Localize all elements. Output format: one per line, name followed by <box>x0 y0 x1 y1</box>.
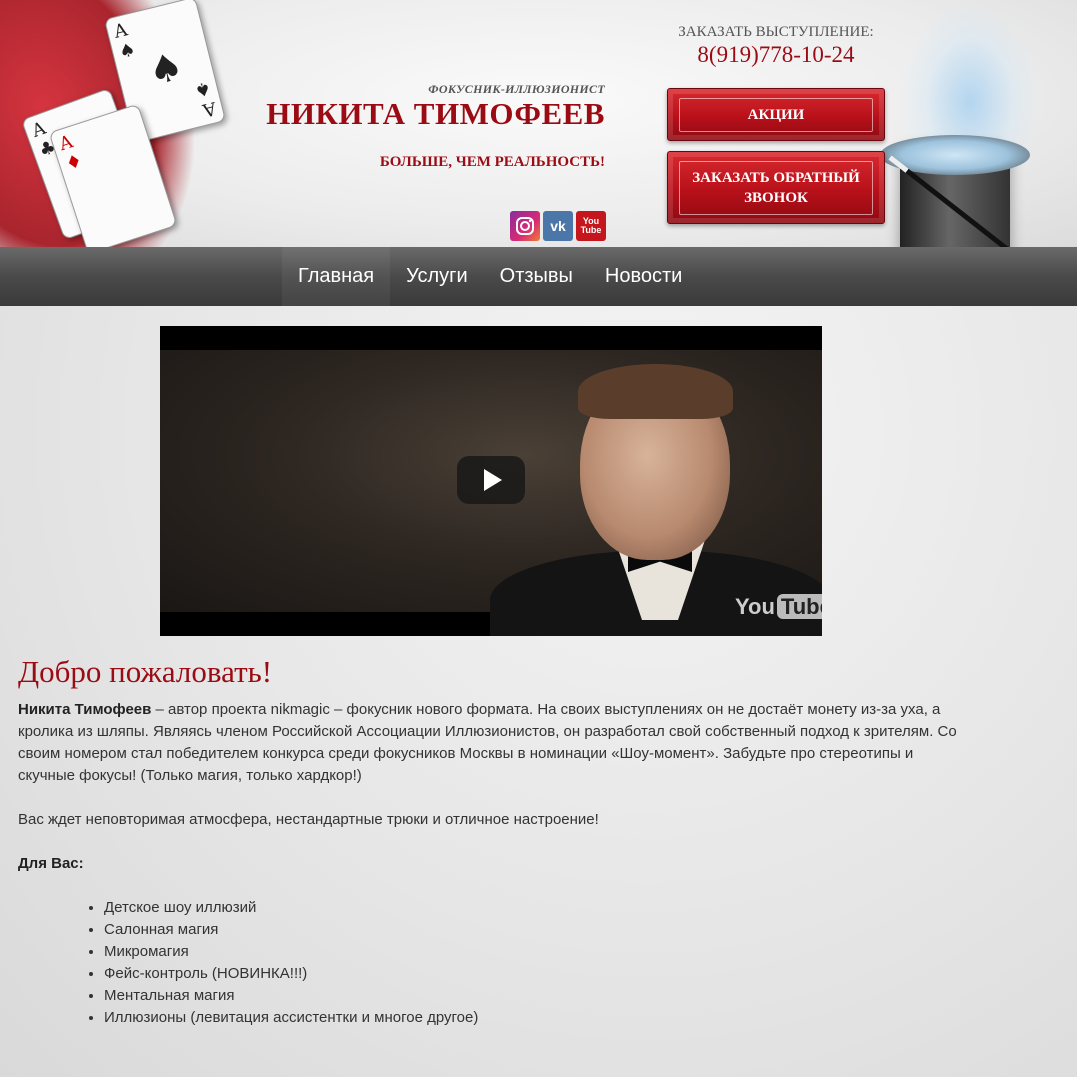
youtube-logo-you: You <box>735 594 775 619</box>
atmosphere-paragraph: Вас ждет неповторимая атмосфера, нестанд… <box>18 811 599 828</box>
nav-item-news[interactable]: Новости <box>589 247 698 306</box>
vk-icon[interactable]: vk <box>543 211 573 241</box>
for-you-label: Для Вас: <box>18 853 968 875</box>
services-list: Детское шоу иллюзий Салонная магия Микро… <box>18 897 968 1029</box>
youtube-logo-tube: Tube <box>776 594 822 619</box>
list-item: Ментальная магия <box>104 985 968 1007</box>
nav-item-home[interactable]: Главная <box>282 247 391 306</box>
embedded-video-player[interactable]: YouTube <box>160 326 822 636</box>
list-item: Салонная магия <box>104 919 968 941</box>
order-performance-label: ЗАКАЗАТЬ ВЫСТУПЛЕНИЕ: <box>678 24 874 40</box>
main-content: Никита Тимофеев – автор проекта nikmagic… <box>18 699 968 1029</box>
site-slogan: БОЛЬШЕ, ЧЕМ РЕАЛЬНОСТЬ! <box>379 154 605 170</box>
list-item: Микромагия <box>104 941 968 963</box>
list-item: Детское шоу иллюзий <box>104 897 968 919</box>
play-icon[interactable] <box>457 456 525 504</box>
site-header: A♠♠A♠ A♣A♣ A♦ ФОКУСНИК-ИЛЛЮЗИОНИСТ НИКИТ… <box>0 0 1077 247</box>
intro-name: Никита Тимофеев <box>18 701 152 718</box>
site-title[interactable]: НИКИТА ТИМОФЕЕВ <box>240 96 605 132</box>
promotions-button-label: АКЦИИ <box>679 97 873 132</box>
social-links: vk You Tube <box>510 211 606 241</box>
request-callback-button-label: ЗАКАЗАТЬ ОБРАТНЫЙ ЗВОНОК <box>679 160 873 215</box>
nav-item-services[interactable]: Услуги <box>390 247 484 306</box>
list-item: Фейс-контроль (НОВИНКА!!!) <box>104 963 968 985</box>
youtube-icon[interactable]: You Tube <box>576 211 606 241</box>
main-navigation: Главная Услуги Отзывы Новости <box>0 247 1077 306</box>
phone-number[interactable]: 8(919)778-10-24 <box>667 42 885 68</box>
welcome-heading: Добро пожаловать! <box>18 654 273 689</box>
list-item: Иллюзионы (левитация ассистентки и много… <box>104 1007 968 1029</box>
youtube-icon-text-bottom: Tube <box>580 225 602 235</box>
youtube-logo[interactable]: YouTube <box>735 594 822 620</box>
intro-paragraph: Никита Тимофеев – автор проекта nikmagic… <box>18 699 968 787</box>
thumbnail-hair <box>578 364 733 419</box>
for-you-label-text: Для Вас: <box>18 855 84 872</box>
promotions-button[interactable]: АКЦИИ <box>667 88 885 141</box>
intro-text: – автор проекта nikmagic – фокусник ново… <box>18 701 957 784</box>
request-callback-button[interactable]: ЗАКАЗАТЬ ОБРАТНЫЙ ЗВОНОК <box>667 151 885 224</box>
nav-item-reviews[interactable]: Отзывы <box>484 247 589 306</box>
instagram-icon[interactable] <box>510 211 540 241</box>
site-subtitle: ФОКУСНИК-ИЛЛЮЗИОНИСТ <box>428 82 605 96</box>
